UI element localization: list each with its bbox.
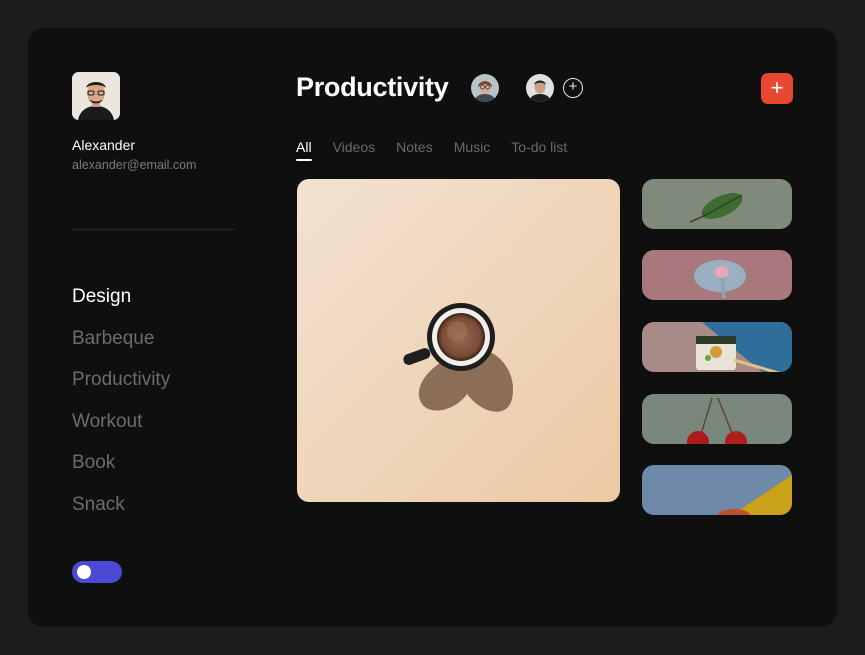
tab-notes[interactable]: Notes: [396, 139, 433, 161]
member-avatar-2[interactable]: [526, 74, 554, 102]
tab-bar: All Videos Notes Music To-do list: [296, 139, 588, 161]
tab-all[interactable]: All: [296, 139, 312, 161]
add-button[interactable]: +: [761, 73, 793, 104]
add-member-button[interactable]: +: [563, 78, 583, 98]
user-avatar[interactable]: [72, 72, 120, 120]
thumb-cherries[interactable]: [642, 394, 792, 444]
sidebar-item-design[interactable]: Design: [72, 285, 170, 327]
app-window: Alexander alexander@email.com Design Bar…: [28, 28, 837, 627]
hero-image-coffee[interactable]: [297, 179, 620, 502]
sidebar-item-productivity[interactable]: Productivity: [72, 368, 170, 410]
sidebar-item-workout[interactable]: Workout: [72, 410, 170, 452]
toggle-knob: [77, 565, 91, 579]
thumb-pink-plate[interactable]: [642, 250, 792, 300]
sidebar-item-barbeque[interactable]: Barbeque: [72, 327, 170, 369]
user-email: alexander@email.com: [72, 158, 197, 172]
tab-todo-list[interactable]: To-do list: [511, 139, 567, 161]
tab-music[interactable]: Music: [454, 139, 491, 161]
page-title: Productivity: [296, 72, 449, 102]
theme-toggle[interactable]: [72, 561, 122, 583]
thumb-sushi[interactable]: [642, 322, 792, 372]
member-avatar-1[interactable]: [471, 74, 499, 102]
sidebar-item-snack[interactable]: Snack: [72, 493, 170, 535]
tab-videos[interactable]: Videos: [333, 139, 376, 161]
thumb-fruit-slice[interactable]: [642, 465, 792, 515]
sidebar-divider: [72, 229, 235, 230]
user-name: Alexander: [72, 137, 136, 153]
sidebar-nav: Design Barbeque Productivity Workout Boo…: [72, 285, 170, 534]
sidebar-item-book[interactable]: Book: [72, 451, 170, 493]
thumb-leaf[interactable]: [642, 179, 792, 229]
